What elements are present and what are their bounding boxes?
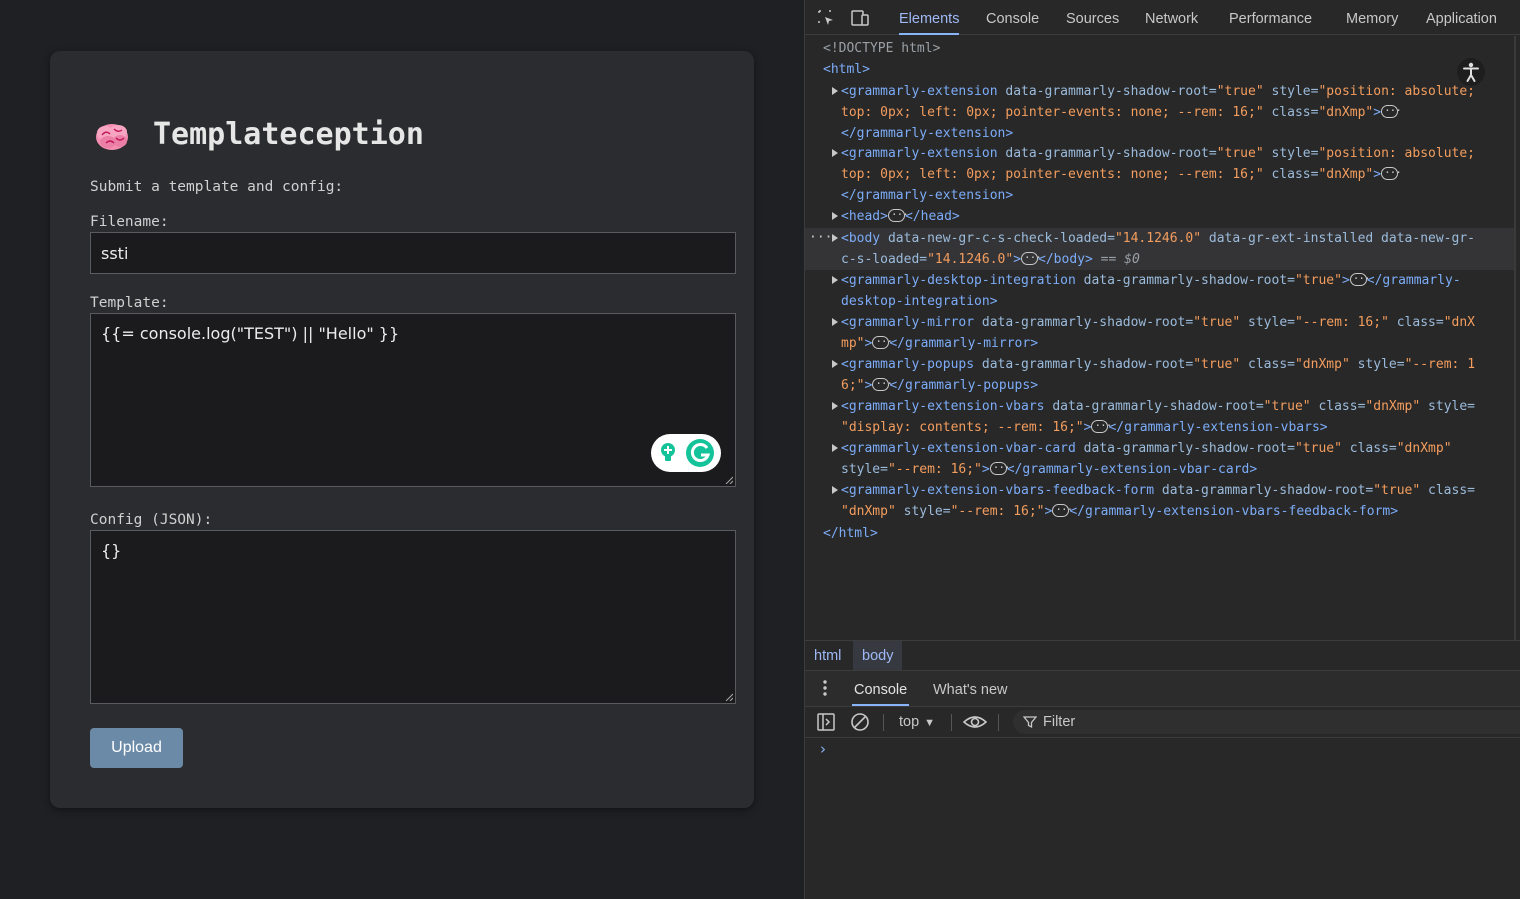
upload-button[interactable]: Upload bbox=[90, 728, 183, 768]
template-textarea[interactable]: {{= console.log("TEST") || "Hello" }} bbox=[90, 313, 736, 487]
tree-line-grammarly-extension-vbar-card-cont[interactable]: style="--rem: 16;"></grammarly-extension… bbox=[841, 457, 1257, 480]
tree-line-grammarly-extension-vbars-cont[interactable]: "display: contents; --rem: 16;"></gramma… bbox=[841, 415, 1328, 438]
tree-scrollbar[interactable] bbox=[1514, 36, 1516, 640]
resize-grip-icon[interactable] bbox=[725, 476, 733, 484]
expand-triangle-icon[interactable] bbox=[832, 360, 838, 368]
chevron-down-icon: ▼ bbox=[924, 717, 936, 729]
tree-line-doctype[interactable]: <!DOCTYPE html> bbox=[823, 38, 940, 59]
row-menu-ellipsis[interactable]: ··· bbox=[809, 227, 832, 248]
tab-network[interactable]: Network bbox=[1145, 0, 1198, 35]
grammarly-icon bbox=[661, 439, 714, 467]
form-card: Templateception Submit a template and co… bbox=[50, 51, 754, 808]
expand-triangle-icon[interactable] bbox=[832, 402, 838, 410]
config-textarea[interactable]: {} bbox=[90, 530, 736, 704]
tree-line-grammarly-extension-1-close[interactable]: </grammarly-extension> bbox=[841, 123, 1013, 144]
console-prompt[interactable]: › bbox=[820, 740, 826, 758]
tree-line-html-close[interactable]: </html> bbox=[823, 523, 878, 544]
clear-console-icon[interactable] bbox=[850, 712, 870, 732]
expand-triangle-icon[interactable] bbox=[832, 149, 838, 157]
tree-line-grammarly-mirror[interactable]: <grammarly-mirror data-grammarly-shadow-… bbox=[841, 312, 1475, 333]
ellipsis-icon[interactable] bbox=[872, 373, 892, 394]
tab-sources[interactable]: Sources bbox=[1066, 0, 1119, 35]
tree-line-grammarly-popups[interactable]: <grammarly-popups data-grammarly-shadow-… bbox=[841, 354, 1475, 375]
tree-line-grammarly-extension-1[interactable]: <grammarly-extension data-grammarly-shad… bbox=[841, 81, 1475, 102]
tree-line-grammarly-extension-vbars[interactable]: <grammarly-extension-vbars data-grammarl… bbox=[841, 396, 1475, 417]
tree-line-grammarly-extension-vbars-feedback-form[interactable]: <grammarly-extension-vbars-feedback-form… bbox=[841, 480, 1475, 501]
ellipsis-icon[interactable] bbox=[1091, 415, 1111, 436]
breadcrumb-body[interactable]: body bbox=[853, 641, 903, 670]
dom-tree: <!DOCTYPE html> <html> <grammarly-extens… bbox=[805, 36, 1515, 640]
drawer-tab-whats-new[interactable]: What's new bbox=[933, 671, 1008, 706]
grammarly-widget[interactable] bbox=[651, 434, 721, 472]
tree-line-grammarly-extension-2[interactable]: <grammarly-extension data-grammarly-shad… bbox=[841, 143, 1475, 164]
console-toolbar: top ▼ Filter bbox=[805, 707, 1520, 738]
filename-input[interactable]: ssti bbox=[90, 232, 736, 274]
template-label: Template: bbox=[90, 295, 169, 311]
sidebar-toggle-icon[interactable] bbox=[816, 712, 836, 732]
expand-triangle-icon[interactable] bbox=[832, 318, 838, 326]
expand-triangle-icon[interactable] bbox=[832, 212, 838, 220]
ellipsis-icon[interactable] bbox=[1381, 100, 1401, 121]
drawer-tabbar: Console What's new bbox=[805, 671, 1520, 707]
tree-line-grammarly-desktop-integration-cont[interactable]: desktop-integration> bbox=[841, 291, 998, 312]
ellipsis-icon[interactable] bbox=[887, 204, 908, 225]
config-text: {} bbox=[101, 541, 122, 560]
breadcrumb: html body bbox=[805, 640, 1520, 671]
filter-placeholder: Filter bbox=[1043, 714, 1076, 730]
tree-line-grammarly-mirror-cont[interactable]: mp"></grammarly-mirror> bbox=[841, 331, 1038, 354]
brain-icon bbox=[96, 124, 128, 150]
toolbar-divider bbox=[998, 714, 999, 731]
accessibility-icon[interactable] bbox=[1457, 58, 1485, 86]
page-title: Templateception bbox=[153, 117, 424, 152]
tree-line-body[interactable]: <body data-new-gr-c-s-check-loaded="14.1… bbox=[841, 228, 1475, 249]
ellipsis-icon[interactable] bbox=[1349, 268, 1370, 289]
ellipsis-icon[interactable] bbox=[1052, 499, 1072, 520]
tree-line-grammarly-extension-vbars-feedback-form-cont[interactable]: "dnXmp" style="--rem: 16;"></grammarly-e… bbox=[841, 499, 1398, 522]
devtools-panel: Elements Console Sources Network Perform… bbox=[804, 0, 1520, 899]
expand-triangle-icon[interactable] bbox=[832, 486, 838, 494]
context-selector[interactable]: top ▼ bbox=[899, 707, 935, 738]
toolbar-divider bbox=[951, 714, 952, 731]
toolbar-divider bbox=[883, 714, 884, 731]
expand-triangle-icon[interactable] bbox=[832, 87, 838, 95]
devtools-tabbar: Elements Console Sources Network Perform… bbox=[805, 0, 1520, 35]
ellipsis-icon[interactable] bbox=[872, 331, 892, 352]
resize-grip-icon[interactable] bbox=[725, 693, 733, 701]
tab-application[interactable]: Application bbox=[1426, 0, 1497, 35]
ellipsis-icon[interactable] bbox=[1021, 247, 1041, 268]
expand-triangle-icon[interactable] bbox=[832, 276, 838, 284]
drawer-tab-console[interactable]: Console bbox=[852, 671, 910, 706]
tab-elements[interactable]: Elements bbox=[899, 0, 960, 35]
kebab-menu-icon[interactable] bbox=[819, 679, 831, 697]
subtitle: Submit a template and config: bbox=[90, 179, 344, 195]
tree-line-grammarly-extension-2-cont[interactable]: top: 0px; left: 0px; pointer-events: non… bbox=[841, 162, 1401, 185]
tree-line-html[interactable]: <html> bbox=[823, 59, 870, 80]
device-toggle-icon[interactable] bbox=[850, 8, 870, 28]
ellipsis-icon[interactable] bbox=[989, 457, 1010, 478]
filter-icon bbox=[1023, 716, 1037, 729]
tree-line-head[interactable]: <head></head> bbox=[841, 204, 960, 227]
inspect-icon[interactable] bbox=[816, 8, 836, 28]
filename-label: Filename: bbox=[90, 214, 169, 230]
tab-performance[interactable]: Performance bbox=[1229, 0, 1312, 35]
eye-icon[interactable] bbox=[963, 712, 987, 732]
breadcrumb-html[interactable]: html bbox=[805, 641, 850, 670]
tree-line-grammarly-popups-cont[interactable]: 6;"></grammarly-popups> bbox=[841, 373, 1038, 396]
filter-input[interactable]: Filter bbox=[1013, 710, 1520, 734]
tree-line-body-cont[interactable]: c-s-loaded="14.1246.0"></body> == $0 bbox=[841, 247, 1140, 270]
tree-line-grammarly-extension-1-cont[interactable]: top: 0px; left: 0px; pointer-events: non… bbox=[841, 100, 1401, 123]
tab-memory[interactable]: Memory bbox=[1346, 0, 1398, 35]
tree-line-grammarly-desktop-integration[interactable]: <grammarly-desktop-integration data-gram… bbox=[841, 268, 1461, 291]
context-selector-value: top bbox=[899, 714, 920, 730]
tree-line-grammarly-extension-vbar-card[interactable]: <grammarly-extension-vbar-card data-gram… bbox=[841, 438, 1452, 459]
ellipsis-icon[interactable] bbox=[1381, 162, 1401, 183]
config-label: Config (JSON): bbox=[90, 512, 213, 528]
template-text: {{= console.log("TEST") || "Hello" }} bbox=[101, 324, 400, 343]
tab-console[interactable]: Console bbox=[986, 0, 1039, 35]
expand-triangle-icon[interactable] bbox=[832, 234, 838, 242]
tree-line-grammarly-extension-2-close[interactable]: </grammarly-extension> bbox=[841, 185, 1013, 206]
web-page: Templateception Submit a template and co… bbox=[0, 0, 804, 899]
expand-triangle-icon[interactable] bbox=[832, 444, 838, 452]
